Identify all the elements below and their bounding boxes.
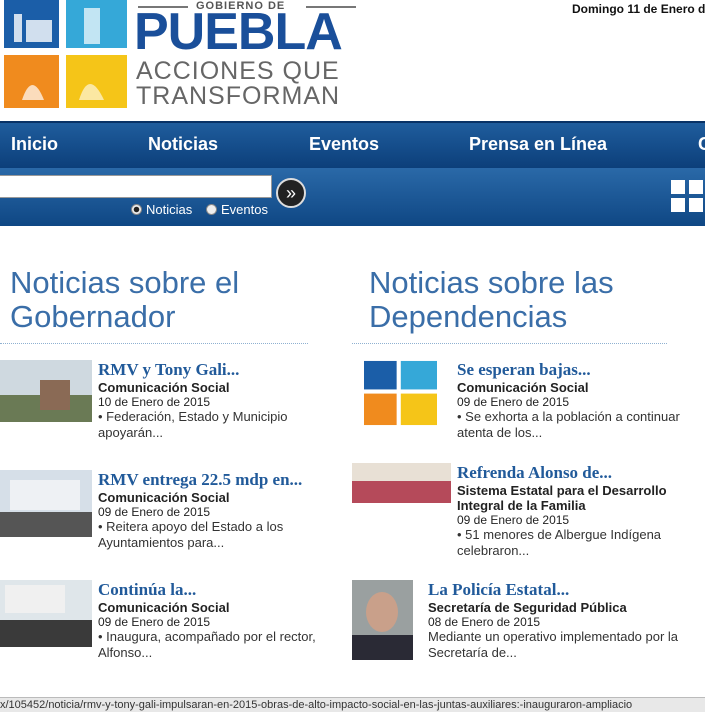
current-date: Domingo 11 de Enero d: [572, 2, 705, 16]
search-input[interactable]: [0, 175, 272, 198]
social-logo-icon[interactable]: [669, 178, 705, 214]
gobernador-news: Noticias sobre el Gobernador: [10, 266, 239, 334]
news-thumbnail[interactable]: [352, 463, 451, 503]
search-go-button[interactable]: »: [276, 178, 306, 208]
nav-next-item[interactable]: C: [698, 134, 705, 155]
search-bar: » Noticias Eventos: [0, 168, 705, 226]
news-thumbnail[interactable]: [0, 470, 92, 537]
puebla-wordmark: PUEBLA: [134, 3, 343, 61]
dependencias-news: Noticias sobre las Dependencias: [369, 266, 614, 334]
news-title[interactable]: La Policía Estatal...: [428, 580, 683, 600]
slogan-line-2: TRANSFORMAN: [136, 82, 341, 110]
news-title[interactable]: Se esperan bajas...: [457, 360, 697, 380]
news-thumbnail[interactable]: [0, 360, 92, 422]
radio-unselected-icon: [206, 204, 217, 215]
divider: [352, 343, 667, 344]
nav-prensa-en-linea[interactable]: Prensa en Línea: [469, 134, 607, 155]
news-title[interactable]: Continúa la...: [98, 580, 323, 600]
news-title[interactable]: RMV y Tony Gali...: [98, 360, 318, 380]
news-title[interactable]: Refrenda Alonso de...: [457, 463, 697, 483]
main-nav: Inicio Noticias Eventos Prensa en Línea …: [0, 121, 705, 168]
nav-inicio[interactable]: Inicio: [11, 134, 58, 155]
section-heading: Noticias sobre las Dependencias: [369, 265, 614, 334]
puebla-logo-icon[interactable]: [4, 0, 127, 108]
news-thumbnail[interactable]: [352, 580, 413, 660]
nav-noticias[interactable]: Noticias: [148, 134, 218, 155]
news-title[interactable]: RMV entrega 22.5 mdp en...: [98, 470, 313, 490]
radio-noticias[interactable]: Noticias: [131, 202, 192, 217]
puebla-logo-icon[interactable]: [364, 360, 437, 426]
news-thumbnail[interactable]: [0, 580, 92, 647]
slogan-line-1: ACCIONES QUE: [136, 57, 340, 85]
site-header: GOBIERNO DE PUEBLA ACCIONES QUE TRANSFOR…: [0, 0, 705, 121]
radio-eventos[interactable]: Eventos: [206, 202, 268, 217]
section-heading: Noticias sobre el Gobernador: [10, 265, 240, 334]
radio-selected-icon: [131, 204, 142, 215]
status-bar-url: x/105452/noticia/rmv-y-tony-gali-impulsa…: [0, 697, 705, 712]
nav-eventos[interactable]: Eventos: [309, 134, 379, 155]
divider: [0, 343, 308, 344]
